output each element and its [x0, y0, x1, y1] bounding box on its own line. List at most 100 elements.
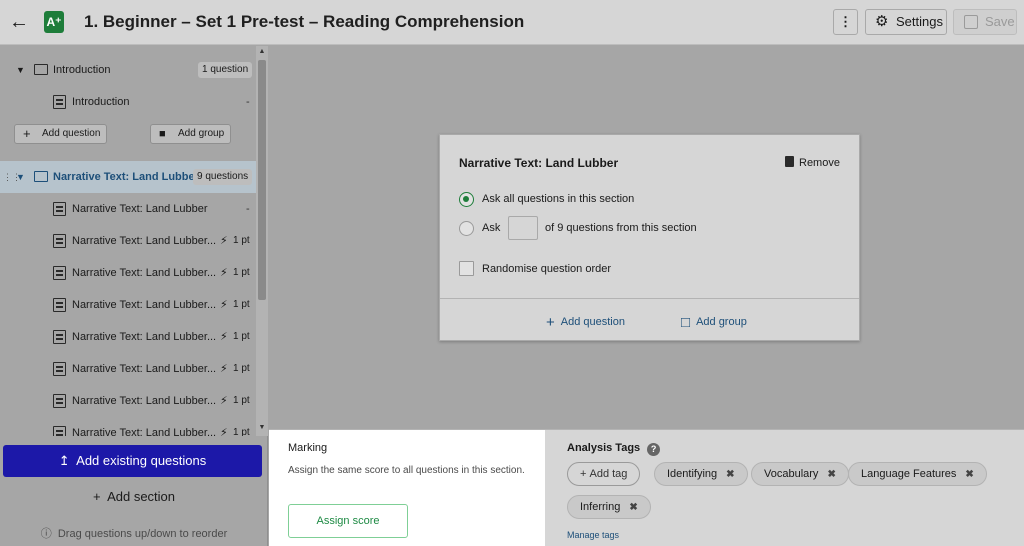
add-existing-questions-button[interactable]: ↥ Add existing questions — [3, 445, 262, 477]
marking-panel: Marking Assign the same score to all que… — [269, 430, 545, 546]
remove-label: Remove — [799, 157, 840, 169]
plus-icon: + — [580, 468, 587, 480]
lightning-icon: ⚡︎ — [220, 299, 228, 311]
add-tag-label: Add tag — [589, 468, 628, 480]
card-add-group-button[interactable]: □ Add group — [681, 314, 747, 331]
add-folder-icon: □ — [681, 314, 691, 331]
plus-icon: + — [23, 126, 31, 141]
question-label: Narrative Text: Land Lubber... — [72, 267, 217, 279]
section-introduction[interactable]: ▼ Introduction 1 question — [0, 54, 256, 86]
analysis-tags-heading: Analysis Tags? — [567, 442, 661, 456]
top-bar: ← A⁺ 1. Beginner – Set 1 Pre-test – Read… — [0, 0, 1024, 45]
document-icon — [53, 298, 66, 312]
scroll-up-icon[interactable]: ▲ — [256, 48, 268, 55]
settings-label: Settings — [896, 14, 943, 29]
folder-icon — [34, 64, 48, 75]
lightning-icon: ⚡︎ — [220, 267, 228, 279]
close-icon[interactable]: ✖ — [629, 502, 637, 513]
close-icon[interactable]: ✖ — [827, 469, 835, 480]
list-item[interactable]: Narrative Text: Land Lubber... ⚡︎ 1 pt — [0, 385, 256, 417]
tag-label: Language Features — [861, 468, 957, 480]
help-icon[interactable]: ? — [647, 443, 661, 456]
add-question-label: Add question — [42, 128, 101, 139]
section-title: Introduction — [53, 64, 111, 76]
list-item[interactable]: Narrative Text: Land Lubber... ⚡︎ 1 pt — [0, 353, 256, 385]
section-narrative-text[interactable]: ⋮⋮ ▼ Narrative Text: Land Lubber 9 quest… — [0, 161, 256, 193]
section-title: Narrative Text: Land Lubber — [53, 171, 199, 183]
document-icon — [53, 95, 66, 109]
list-item[interactable]: Narrative Text: Land Lubber... ⚡︎ 1 pt — [0, 225, 256, 257]
card-add-question-label: Add question — [560, 316, 625, 328]
section-settings-card: Narrative Text: Land Lubber Remove Ask a… — [439, 134, 860, 341]
add-group-button[interactable]: ■ Add group — [150, 124, 231, 144]
lightning-icon: ⚡︎ — [220, 331, 228, 343]
document-icon — [53, 362, 66, 376]
ask-all-label: Ask all questions in this section — [482, 193, 635, 205]
add-group-label: Add group — [178, 128, 225, 139]
add-tag-button[interactable]: + Add tag — [567, 462, 641, 486]
list-item[interactable]: Narrative Text: Land Lubber... ⚡︎ 1 pt — [0, 321, 256, 353]
question-points: 1 pt — [233, 395, 250, 406]
remove-button[interactable]: Remove — [785, 156, 840, 169]
ask-all-radio[interactable] — [459, 192, 474, 207]
settings-button[interactable]: ⚙ Settings — [865, 9, 947, 35]
ask-some-label: Ask — [482, 222, 501, 234]
manage-tags-link[interactable]: Manage tags — [567, 530, 619, 540]
list-item[interactable]: Narrative Text: Land Lubber... ⚡︎ 1 pt — [0, 257, 256, 289]
list-item[interactable]: Narrative Text: Land Lubber... ⚡︎ 1 pt — [0, 417, 256, 436]
upload-icon: ↥ — [58, 453, 70, 468]
document-icon — [53, 330, 66, 344]
tag-label: Inferring — [580, 501, 621, 513]
add-question-button[interactable]: + Add question — [14, 124, 107, 144]
bottom-panel: Marking Assign the same score to all que… — [269, 429, 1024, 546]
reorder-hint: ⓘ Drag questions up/down to reorder — [0, 525, 268, 541]
document-icon — [53, 202, 66, 216]
document-icon — [53, 394, 66, 408]
marking-heading: Marking — [288, 442, 328, 454]
tag-chip: Identifying ✖ — [654, 462, 748, 486]
arrow-left-icon[interactable]: ← — [8, 10, 30, 34]
card-add-question-button[interactable]: + Add question — [546, 314, 625, 331]
question-label: Narrative Text: Land Lubber... — [72, 395, 217, 407]
document-icon — [53, 426, 66, 436]
scroll-down-icon[interactable]: ▼ — [256, 424, 268, 431]
ask-some-radio[interactable] — [459, 221, 474, 236]
tag-chip: Language Features ✖ — [848, 462, 987, 486]
save-button[interactable]: Save — [953, 9, 1017, 35]
question-points: - — [246, 203, 250, 215]
gear-icon: ⚙ — [875, 13, 889, 30]
more-options-button[interactable]: ⋮ — [833, 9, 858, 35]
list-item[interactable]: Narrative Text: Land Lubber - — [0, 193, 256, 225]
card-add-group-label: Add group — [696, 316, 747, 328]
sidebar-scrollbar[interactable]: ▲ ▼ — [256, 46, 268, 436]
page-title: 1. Beginner – Set 1 Pre-test – Reading C… — [84, 12, 525, 31]
plus-icon: + — [92, 489, 101, 504]
scrollbar-thumb[interactable] — [258, 60, 266, 300]
question-points: 1 pt — [233, 299, 250, 310]
randomise-checkbox[interactable] — [459, 261, 474, 276]
chevron-down-icon[interactable]: ▼ — [16, 54, 25, 86]
assign-score-button[interactable]: Assign score — [288, 504, 408, 538]
divider — [440, 298, 859, 299]
close-icon[interactable]: ✖ — [726, 469, 734, 480]
question-label: Narrative Text: Land Lubber — [72, 203, 208, 215]
list-item[interactable]: Narrative Text: Land Lubber... ⚡︎ 1 pt — [0, 289, 256, 321]
add-section-label: Add section — [107, 489, 176, 504]
question-label: Narrative Text: Land Lubber... — [72, 299, 217, 311]
lightning-icon: ⚡︎ — [220, 235, 228, 247]
lightning-icon: ⚡︎ — [220, 363, 228, 375]
add-section-button[interactable]: + Add section — [0, 486, 268, 508]
close-icon[interactable]: ✖ — [965, 469, 973, 480]
question-count-badge: 9 questions — [193, 169, 253, 185]
app-logo: A⁺ — [44, 11, 64, 33]
list-item[interactable]: Introduction - — [0, 86, 256, 118]
question-count-badge: 1 question — [198, 62, 253, 78]
trash-icon — [785, 156, 794, 167]
info-icon: ⓘ — [40, 528, 52, 540]
reorder-hint-text: Drag questions up/down to reorder — [57, 528, 228, 540]
chevron-down-icon[interactable]: ▼ — [16, 161, 25, 193]
save-label: Save — [985, 14, 1015, 29]
ask-some-suffix: of 9 questions from this section — [545, 222, 697, 234]
question-count-input[interactable] — [508, 216, 538, 240]
lightning-icon: ⚡︎ — [220, 427, 228, 436]
